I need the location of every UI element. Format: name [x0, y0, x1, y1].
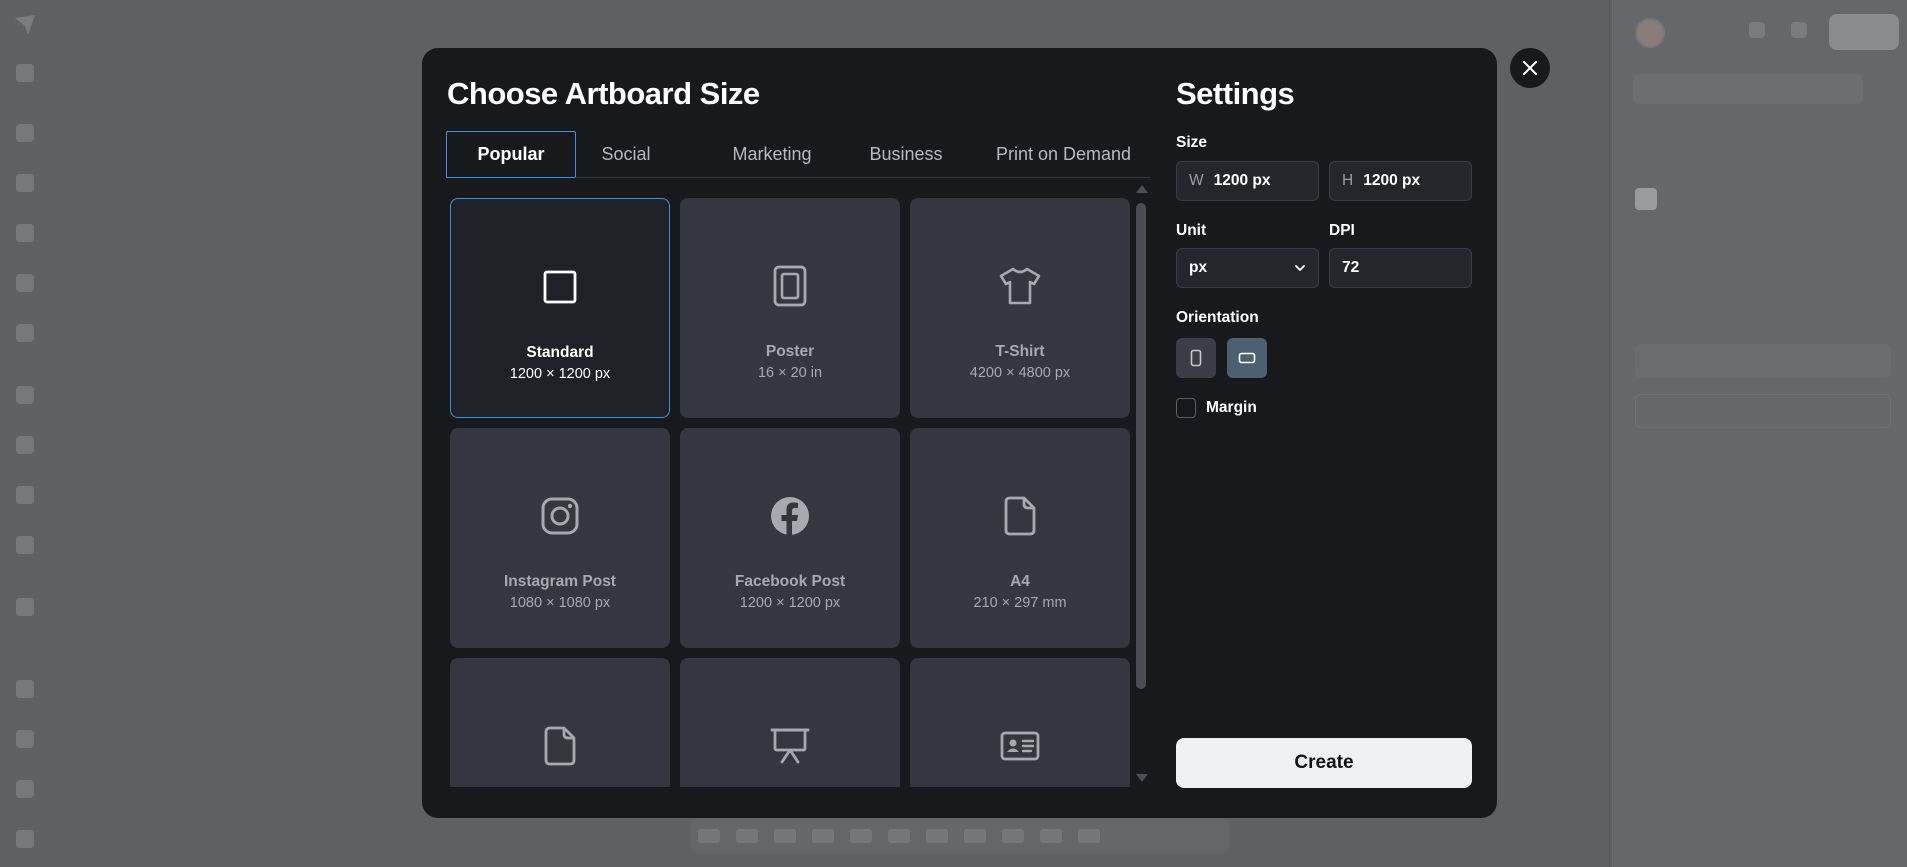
browse-palettes-link: [1635, 228, 1891, 262]
preset-card-tshirt[interactable]: T-Shirt 4200 × 4800 px: [910, 198, 1130, 418]
tab-popular[interactable]: Popular: [446, 131, 576, 178]
tab-print-on-demand[interactable]: Print on Demand: [976, 131, 1151, 178]
scroll-down-arrow-icon[interactable]: [1136, 774, 1148, 782]
portrait-orientation-button[interactable]: [1176, 338, 1216, 378]
size-label: Size: [1176, 134, 1208, 151]
mockup-tool: [1635, 344, 1891, 378]
category-tabs: Popular Social Marketing Business Print …: [446, 131, 1151, 178]
preset-name: Facebook Post: [734, 573, 846, 590]
presentation-icon: [768, 724, 812, 768]
tool-icon: [16, 536, 34, 554]
preset-card-business-card[interactable]: [910, 658, 1130, 787]
tool-icon: [16, 64, 34, 82]
document-icon: [538, 724, 582, 768]
tool-icon: [16, 680, 34, 698]
height-field[interactable]: H 1200 px: [1329, 161, 1472, 201]
width-value: 1200 px: [1213, 172, 1271, 189]
preset-dimensions: 1080 × 1080 px: [509, 595, 611, 611]
poster-icon: [768, 264, 812, 308]
tool-icon: [16, 224, 34, 242]
preset-dimensions: 1200 × 1200 px: [739, 595, 841, 611]
dpi-label: DPI: [1329, 222, 1355, 239]
scroll-up-arrow-icon[interactable]: [1136, 185, 1148, 193]
artboard-presets-grid: Standard 1200 × 1200 px Poster 16 × 20 i…: [446, 198, 1158, 787]
share-button: [1829, 14, 1899, 50]
height-value: 1200 px: [1363, 172, 1421, 189]
tool-icon: [16, 436, 34, 454]
preset-name: A4: [1010, 573, 1030, 590]
tool-icon: [16, 780, 34, 798]
portrait-icon: [1190, 349, 1202, 367]
close-dialog-button[interactable]: [1510, 48, 1550, 88]
preset-dimensions: 210 × 297 mm: [973, 595, 1067, 611]
chevron-down-icon: [1295, 265, 1305, 271]
app-logo-icon: [15, 15, 35, 35]
document-icon: [998, 494, 1042, 538]
preset-card-instagram-post[interactable]: Instagram Post 1080 × 1080 px: [450, 428, 670, 648]
close-icon: [1523, 61, 1537, 75]
tab-marketing[interactable]: Marketing: [702, 131, 842, 178]
preset-card-a4[interactable]: A4 210 × 297 mm: [910, 428, 1130, 648]
app-sidebar: [0, 0, 52, 867]
margin-label: Margin: [1206, 399, 1257, 416]
create-button[interactable]: Create: [1176, 738, 1472, 788]
tool-icon: [16, 598, 34, 616]
avatar: [1635, 18, 1665, 48]
presets-scrollbar-thumb[interactable]: [1136, 203, 1146, 689]
preset-card-standard[interactable]: Standard 1200 × 1200 px: [450, 198, 670, 418]
tool-icon: [16, 174, 34, 192]
square-icon: [538, 265, 582, 309]
width-field[interactable]: W 1200 px: [1176, 161, 1319, 201]
tool-item: [1635, 394, 1891, 428]
preset-name: T-Shirt: [995, 343, 1045, 360]
tab-social[interactable]: Social: [576, 131, 676, 178]
preset-dimensions: 4200 × 4800 px: [969, 365, 1071, 381]
facebook-icon: [768, 494, 812, 538]
landscape-orientation-button[interactable]: [1227, 338, 1267, 378]
unit-label: Unit: [1176, 222, 1207, 239]
id-card-icon: [998, 724, 1042, 768]
tool-icon: [16, 830, 34, 848]
height-prefix: H: [1342, 172, 1354, 189]
project-name-field: [1633, 74, 1863, 104]
download-icon: [1791, 22, 1807, 38]
tool-icon: [16, 730, 34, 748]
preset-name: Standard: [526, 344, 594, 361]
tool-icon: [16, 486, 34, 504]
margin-checkbox[interactable]: [1176, 398, 1196, 418]
unit-select[interactable]: px: [1176, 248, 1319, 288]
notification-icon: [1749, 22, 1765, 38]
tool-icon: [16, 124, 34, 142]
preset-name: Instagram Post: [504, 573, 616, 590]
dialog-title: Choose Artboard Size: [447, 76, 760, 111]
preset-name: Poster: [765, 343, 815, 360]
dpi-value: 72: [1342, 259, 1360, 276]
dpi-field[interactable]: 72: [1329, 248, 1472, 288]
orientation-label: Orientation: [1176, 309, 1259, 326]
tool-icon: [16, 386, 34, 404]
instagram-icon: [538, 494, 582, 538]
tool-icon: [16, 274, 34, 292]
width-prefix: W: [1189, 172, 1204, 189]
preset-card-facebook-post[interactable]: Facebook Post 1200 × 1200 px: [680, 428, 900, 648]
settings-title: Settings: [1176, 76, 1295, 111]
bottom-toolbar: [690, 818, 1230, 854]
preset-card-document[interactable]: [450, 658, 670, 787]
landscape-icon: [1238, 352, 1256, 364]
properties-panel: [1612, 0, 1907, 867]
tab-business[interactable]: Business: [846, 131, 966, 178]
preset-card-poster[interactable]: Poster 16 × 20 in: [680, 198, 900, 418]
unit-value: px: [1189, 259, 1208, 276]
preset-dimensions: 1200 × 1200 px: [509, 366, 611, 382]
preset-card-presentation[interactable]: [680, 658, 900, 787]
tshirt-icon: [998, 264, 1042, 308]
color-swatch: [1635, 188, 1657, 210]
tool-icon: [16, 324, 34, 342]
preset-dimensions: 16 × 20 in: [757, 365, 823, 381]
